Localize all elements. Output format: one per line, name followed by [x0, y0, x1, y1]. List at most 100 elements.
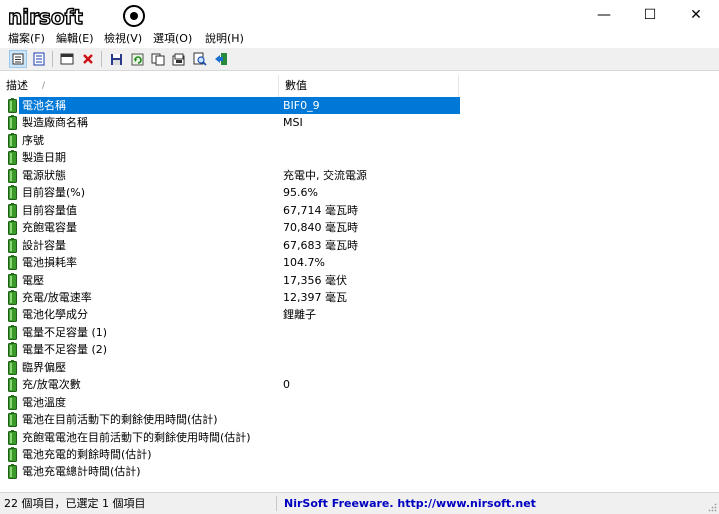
row-description: 充飽電容量	[22, 221, 77, 235]
resize-grip-icon[interactable]	[707, 502, 717, 512]
menu-view[interactable]: 檢視(V)	[102, 30, 144, 48]
table-row[interactable]: 設計容量 67,683 毫瓦時	[0, 237, 719, 254]
status-item-count: 22 個項目，已選定 1 個項目	[4, 497, 146, 510]
battery-icon	[8, 115, 17, 131]
row-value: 67,683 毫瓦時	[283, 238, 358, 252]
menu-help[interactable]: 說明(H)	[203, 30, 246, 48]
column-header-description[interactable]: 描述 /	[0, 75, 279, 97]
battery-icon	[8, 412, 17, 428]
row-value: 12,397 毫瓦	[283, 290, 347, 304]
row-value: 67,714 毫瓦時	[283, 203, 358, 217]
status-separator	[276, 496, 277, 511]
table-row[interactable]: 電池名稱 BIF0_9	[0, 97, 719, 114]
battery-icon	[8, 220, 17, 236]
table-row[interactable]: 目前容量(%) 95.6%	[0, 184, 719, 201]
report-view-icon[interactable]	[30, 50, 48, 68]
battery-icon	[8, 167, 17, 183]
row-selection-highlight	[19, 97, 460, 114]
minimize-button[interactable]: —	[581, 0, 627, 30]
battery-icon	[8, 429, 17, 445]
row-value: 充電中, 交流電源	[283, 168, 367, 182]
find-icon[interactable]	[191, 50, 209, 68]
battery-icon	[8, 255, 17, 270]
row-description: 電池在目前活動下的剩餘使用時間(估計)	[22, 413, 218, 427]
battery-info-list[interactable]: 描述 / 數值 電池名稱 BIF0_9 製造廠商名稱 MSI 序號 製造日期電源狀態 充電中…	[0, 72, 719, 491]
table-row[interactable]: 臨界偏壓	[0, 359, 719, 376]
nirsoft-logo: nirsoft	[7, 4, 145, 28]
row-description: 臨界偏壓	[22, 360, 66, 374]
battery-icon	[8, 237, 17, 253]
row-description: 充飽電電池在目前活動下的剩餘使用時間(估計)	[22, 430, 251, 444]
table-row[interactable]: 製造廠商名稱 MSI	[0, 114, 719, 131]
row-description: 電池溫度	[22, 395, 66, 409]
row-value: 17,356 毫伏	[283, 273, 347, 287]
battery-icon	[8, 342, 17, 358]
row-description: 目前容量值	[22, 203, 77, 217]
nirsoft-credit-link[interactable]: NirSoft Freeware. http://www.nirsoft.net	[284, 493, 536, 514]
row-description: 製造廠商名稱	[22, 116, 88, 130]
close-button[interactable]: ✕	[673, 0, 719, 30]
table-row[interactable]: 電壓 17,356 毫伏	[0, 272, 719, 289]
table-row[interactable]: 序號	[0, 132, 719, 149]
row-description: 電源狀態	[22, 168, 66, 182]
row-description: 設計容量	[22, 238, 66, 252]
battery-icon	[8, 464, 17, 480]
battery-icon	[8, 272, 17, 288]
status-bar: 22 個項目，已選定 1 個項目 NirSoft Freeware. http:…	[0, 492, 719, 514]
table-row[interactable]: 電源狀態 充電中, 交流電源	[0, 167, 719, 184]
sort-indicator-icon: /	[42, 81, 46, 91]
maximize-button[interactable]: ☐	[627, 0, 673, 30]
refresh-icon[interactable]	[128, 50, 146, 68]
battery-icon	[8, 394, 17, 410]
row-description: 電量不足容量 (1)	[22, 325, 108, 339]
table-row[interactable]: 電池化學成分 鋰離子	[0, 306, 719, 323]
row-value: 0	[283, 378, 290, 392]
table-row[interactable]: 電池在目前活動下的剩餘使用時間(估計)	[0, 411, 719, 428]
menu-options[interactable]: 選項(O)	[151, 30, 194, 48]
table-row[interactable]: 電池充電的剩餘時間(估計)	[0, 446, 719, 463]
save-icon[interactable]	[107, 50, 125, 68]
row-value: 104.7%	[283, 256, 325, 269]
exit-icon[interactable]	[212, 50, 230, 68]
row-value: MSI	[283, 116, 303, 130]
html-report-icon[interactable]	[170, 50, 188, 68]
row-description: 電壓	[22, 273, 44, 287]
toolbar-separator	[52, 51, 53, 67]
delete-icon[interactable]	[79, 50, 97, 68]
table-row[interactable]: 目前容量值 67,714 毫瓦時	[0, 202, 719, 219]
menu-file[interactable]: 檔案(F)	[6, 30, 47, 48]
battery-icon	[8, 447, 17, 462]
table-row[interactable]: 充飽電容量 70,840 毫瓦時	[0, 219, 719, 236]
toolbar	[0, 48, 719, 71]
toolbar-separator	[101, 51, 102, 67]
row-description: 電池充電總計時間(估計)	[22, 465, 141, 479]
table-row[interactable]: 電量不足容量 (2)	[0, 341, 719, 358]
column-header-value[interactable]: 數值	[279, 75, 459, 97]
row-description: 電池名稱	[22, 99, 66, 112]
row-value: 70,840 毫瓦時	[283, 221, 358, 235]
row-description: 電池充電的剩餘時間(估計)	[22, 448, 152, 461]
battery-icon	[8, 132, 17, 148]
table-row[interactable]: 電池溫度	[0, 394, 719, 411]
copy-icon[interactable]	[149, 50, 167, 68]
details-view-icon[interactable]	[9, 50, 27, 68]
properties-icon[interactable]	[58, 50, 76, 68]
battery-icon	[8, 150, 17, 166]
row-description: 充/放電次數	[22, 378, 81, 392]
battery-icon	[8, 377, 17, 393]
table-row[interactable]: 充電/放電速率 12,397 毫瓦	[0, 289, 719, 306]
table-row[interactable]: 製造日期	[0, 149, 719, 166]
row-description: 電池損耗率	[22, 256, 77, 269]
battery-icon	[8, 289, 17, 305]
menu-bar: 檔案(F) 編輯(E) 檢視(V) 選項(O) 說明(H)	[0, 30, 719, 48]
list-header: 描述 / 數值	[0, 75, 719, 97]
table-row[interactable]: 電量不足容量 (1)	[0, 324, 719, 341]
battery-icon	[8, 185, 17, 201]
table-row[interactable]: 充/放電次數 0	[0, 376, 719, 393]
menu-edit[interactable]: 編輯(E)	[54, 30, 96, 48]
table-row[interactable]: 電池充電總計時間(估計)	[0, 463, 719, 480]
table-row[interactable]: 充飽電電池在目前活動下的剩餘使用時間(估計)	[0, 429, 719, 446]
table-row[interactable]: 電池損耗率 104.7%	[0, 254, 719, 271]
row-value: BIF0_9	[283, 99, 320, 112]
title-bar: nirsoft — ☐ ✕	[0, 0, 719, 30]
